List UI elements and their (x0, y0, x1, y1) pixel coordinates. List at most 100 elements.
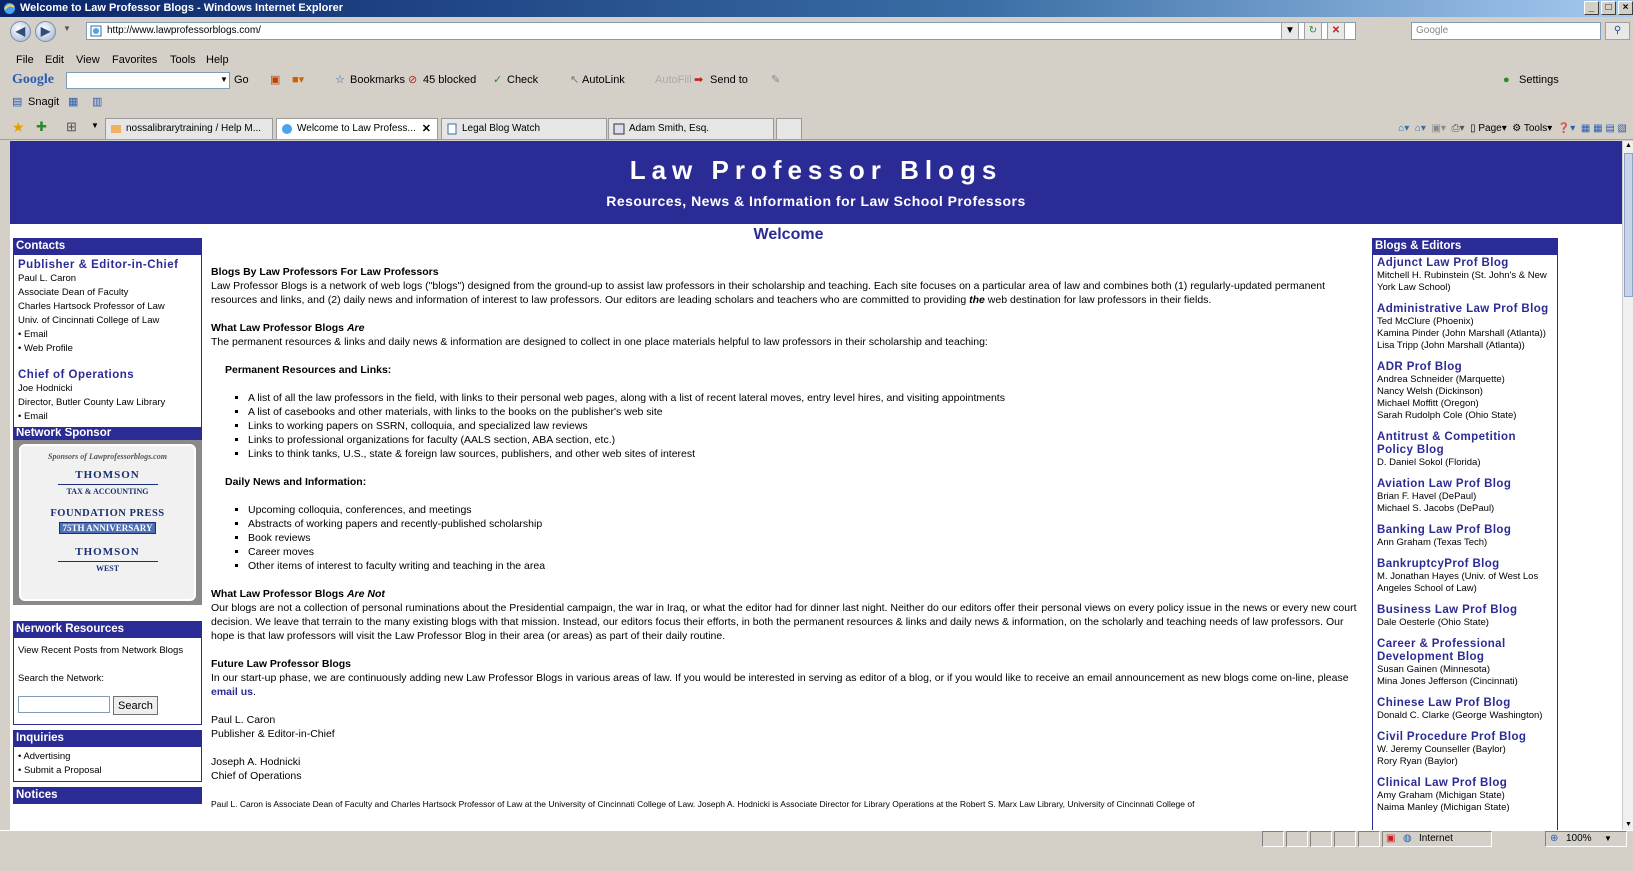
add-favorite-icon[interactable]: ✚ (36, 119, 47, 135)
blog-editor: Kamina Pinder (John Marshall (Atlanta)) (1377, 328, 1546, 339)
page-menu-button[interactable]: Page (1478, 123, 1501, 134)
feeds-icon[interactable]: ⌂▾ (1398, 123, 1409, 134)
publisher-web-profile-link[interactable]: • Web Profile (18, 342, 198, 356)
blog-entry: Career & Professional Development Blog S… (1373, 636, 1557, 688)
menu-edit[interactable]: Edit (45, 52, 64, 68)
blog-link[interactable]: Antitrust & Competition Policy Blog (1377, 431, 1553, 457)
menu-help[interactable]: Help (206, 52, 229, 68)
minimize-button[interactable]: _ (1584, 1, 1599, 15)
blog-link[interactable]: Civil Procedure Prof Blog (1377, 731, 1553, 744)
tab-nossalibrary[interactable]: nossalibrarytraining / Help M... (105, 118, 273, 139)
contact-line: Paul L. Caron (18, 273, 77, 284)
tab-legal-blog-watch[interactable]: Legal Blog Watch (441, 118, 607, 139)
intro-paragraph: Law Professor Blogs is a network of web … (211, 280, 1326, 306)
sponsor-banner[interactable]: Sponsors of Lawprofessorblogs.com THOMSO… (13, 440, 202, 605)
stop-icon[interactable]: ✕ (1327, 22, 1345, 40)
blog-link[interactable]: BankruptcyProf Blog (1377, 558, 1553, 571)
news-icon[interactable]: ▣ (270, 69, 280, 91)
sponsor-foundation-press-logo[interactable]: FOUNDATION PRESS (21, 508, 194, 519)
settings-button[interactable]: Settings (1519, 69, 1559, 91)
history-dropdown-icon[interactable]: ▼ (63, 24, 71, 33)
highlight-icon[interactable]: ✎ (771, 69, 780, 91)
blog-link[interactable]: Chinese Law Prof Blog (1377, 697, 1553, 710)
forward-button[interactable]: ▶ (35, 21, 56, 42)
zoom-level[interactable]: 100% (1566, 831, 1592, 847)
tab-adam-smith[interactable]: Adam Smith, Esq. (608, 118, 774, 139)
quick-tabs-icon[interactable]: ⊞ (66, 119, 77, 135)
scroll-up-icon[interactable]: ▲ (1624, 141, 1633, 151)
autofill-button[interactable]: AutoFill (655, 69, 692, 91)
blog-link[interactable]: Clinical Law Prof Blog (1377, 777, 1553, 790)
address-bar[interactable]: http://www.lawprofessorblogs.com/ (86, 22, 1356, 40)
publisher-email-link[interactable]: • Email (18, 328, 198, 342)
blog-entry: ADR Prof Blog Andrea Schneider (Marquett… (1373, 359, 1557, 422)
site-title[interactable]: Law Professor Blogs (10, 155, 1622, 186)
blog-link[interactable]: Aviation Law Prof Blog (1377, 478, 1553, 491)
go-button[interactable]: Go (234, 69, 249, 91)
sponsor-west: WEST (57, 561, 158, 573)
close-tab-icon[interactable]: ✕ (422, 119, 431, 139)
sponsor-heading: Network Sponsor (13, 428, 202, 440)
blogs-editors-heading: Blogs & Editors (1373, 238, 1557, 255)
new-tab-button[interactable] (776, 118, 802, 139)
snagit-capture-icon[interactable]: ▦ (68, 92, 78, 112)
blog-link[interactable]: Administrative Law Prof Blog (1377, 303, 1553, 316)
close-window-button[interactable]: × (1618, 1, 1633, 15)
favorites-star-icon[interactable]: ★ (12, 119, 25, 136)
toolbar-extra-icon[interactable]: ▦ ▦ ▤ ▧ (1581, 123, 1627, 134)
autolink-button[interactable]: AutoLink (582, 69, 625, 91)
operations-email-link[interactable]: • Email (18, 410, 198, 424)
print-icon[interactable]: ⎙▾ (1451, 123, 1464, 134)
blog-entry: Civil Procedure Prof Blog W. Jeremy Coun… (1373, 729, 1557, 768)
popup-blocked-button[interactable]: 45 blocked (423, 69, 476, 91)
email-us-link[interactable]: email us (211, 686, 253, 698)
search-icon[interactable]: ⚲ (1605, 22, 1630, 40)
blog-link[interactable]: Career & Professional Development Blog (1377, 638, 1553, 664)
sendto-button[interactable]: Send to (710, 69, 748, 91)
check-button[interactable]: Check (507, 69, 538, 91)
maximize-button[interactable]: □ (1601, 1, 1616, 15)
blog-link[interactable]: Banking Law Prof Blog (1377, 524, 1553, 537)
left-sidebar: Contacts Publisher & Editor-in-Chief Pau… (13, 238, 202, 830)
help-icon[interactable]: ❓▾ (1558, 123, 1575, 134)
blog-link[interactable]: ADR Prof Blog (1377, 361, 1553, 374)
sponsor-thomson-west-logo[interactable]: THOMSON (21, 546, 194, 558)
blog-link[interactable]: Business Law Prof Blog (1377, 604, 1553, 617)
snagit-window-icon[interactable]: ▥ (92, 92, 102, 112)
tab-welcome-law-professor[interactable]: Welcome to Law Profess... ✕ (276, 118, 438, 139)
contact-line: Joe Hodnicki (18, 383, 73, 394)
menu-favorites[interactable]: Favorites (112, 52, 157, 68)
submit-proposal-link[interactable]: • Submit a Proposal (18, 764, 198, 778)
vertical-scrollbar[interactable]: ▲ ▼ (1622, 141, 1633, 830)
address-dropdown-button[interactable]: ▼ (1281, 22, 1299, 40)
address-toolbar: ◀ ▶ ▼ http://www.lawprofessorblogs.com/ … (0, 17, 1633, 44)
rss-icon[interactable]: ▣▾ (1431, 123, 1445, 134)
menu-tools[interactable]: Tools (170, 52, 196, 68)
google-dropdown-icon[interactable]: ▼ (220, 69, 228, 91)
google-search-input[interactable] (66, 72, 230, 89)
network-search-button[interactable]: Search (113, 696, 158, 715)
home-icon[interactable]: ⌂▾ (1415, 123, 1426, 134)
bookmarks-button[interactable]: Bookmarks (350, 69, 405, 91)
network-search-input[interactable] (18, 696, 110, 713)
status-segment (1286, 831, 1308, 847)
menu-file[interactable]: File (16, 52, 34, 68)
search-input[interactable]: Google (1411, 22, 1601, 40)
site-subtitle: Resources, News & Information for Law Sc… (606, 193, 1026, 209)
toolbar-icon[interactable]: ■▾ (292, 69, 304, 91)
refresh-icon[interactable]: ↻ (1304, 22, 1322, 40)
recent-posts-link[interactable]: View Recent Posts from Network Blogs (18, 644, 198, 658)
spellcheck-icon: ✓ (493, 74, 503, 86)
tools-menu-button[interactable]: Tools (1524, 123, 1547, 134)
blog-link[interactable]: Adjunct Law Prof Blog (1377, 257, 1553, 270)
menu-view[interactable]: View (76, 52, 100, 68)
back-button[interactable]: ◀ (10, 21, 31, 42)
advertising-link[interactable]: • Advertising (18, 750, 198, 764)
blog-editor: W. Jeremy Counseller (Baylor) (1377, 744, 1506, 755)
tab-list-dropdown-icon[interactable]: ▼ (91, 121, 99, 130)
scrollbar-thumb[interactable] (1624, 153, 1633, 297)
sponsor-thomson-logo[interactable]: THOMSON (21, 469, 194, 481)
snagit-button[interactable]: Snagit (28, 92, 59, 112)
zoom-dropdown-icon[interactable]: ▼ (1604, 831, 1612, 847)
scroll-down-icon[interactable]: ▼ (1624, 820, 1633, 830)
